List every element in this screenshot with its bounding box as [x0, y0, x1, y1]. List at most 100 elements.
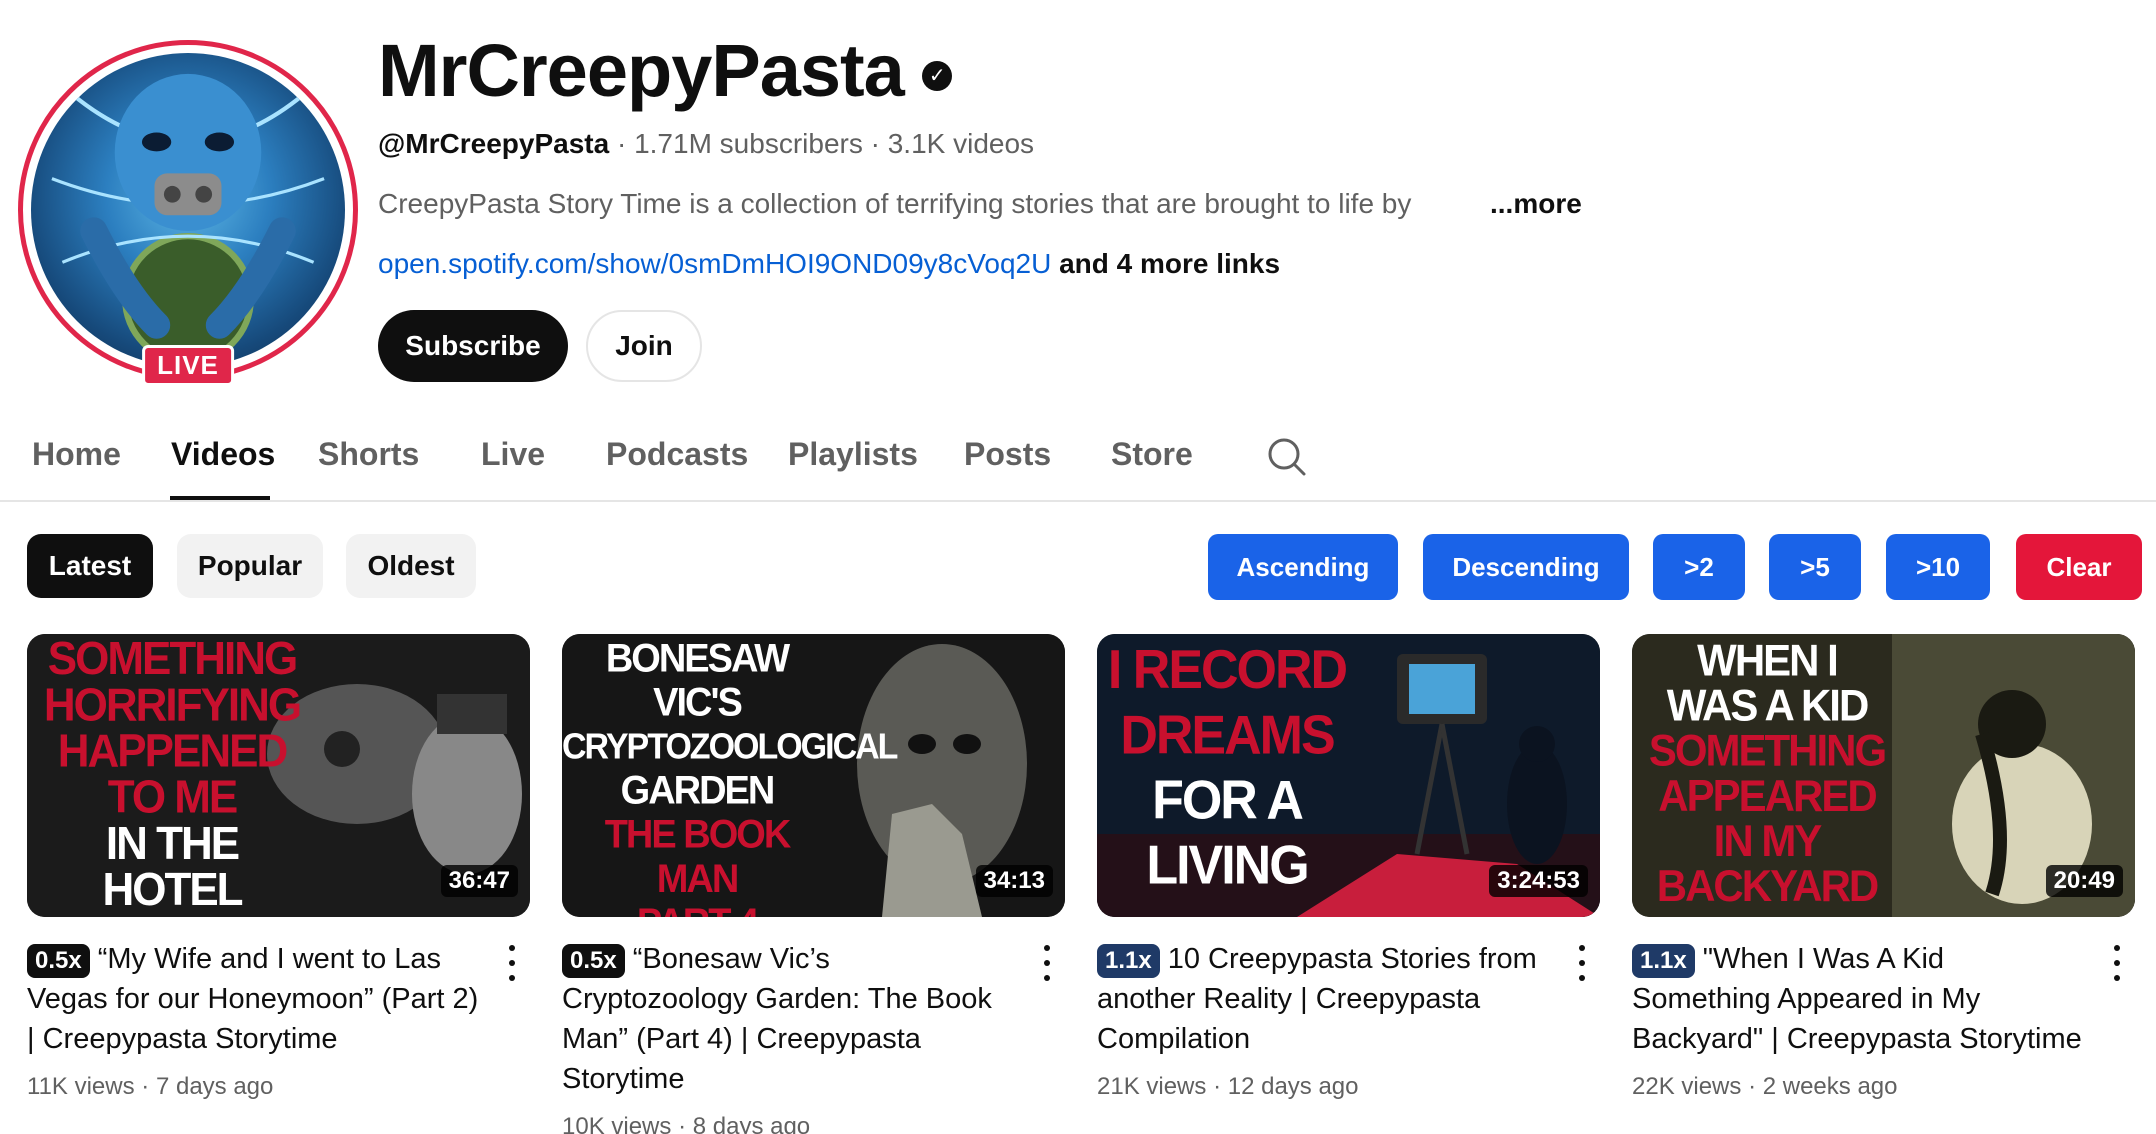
- thumb-line: PART 4: [562, 901, 832, 917]
- thumb-line: WHEN I: [1697, 635, 1839, 685]
- more-actions-icon[interactable]: [2105, 945, 2129, 981]
- thumb-line: THE BOOK MAN: [604, 813, 792, 902]
- upload-age: 12 days ago: [1227, 1073, 1359, 1100]
- video-stats: 22K views · 2 weeks ago: [1632, 1073, 2087, 1101]
- more-links-button[interactable]: and 4 more links: [1059, 248, 1280, 279]
- channel-tabs: Home Videos Shorts Live Podcasts Playlis…: [0, 420, 2156, 502]
- thumb-line: GARDEN: [620, 768, 776, 814]
- thumb-line: I RECORD: [1107, 639, 1348, 701]
- stats-separator: ·: [1748, 1073, 1757, 1100]
- video-title[interactable]: "When I Was A Kid Something Appeared in …: [1632, 943, 2082, 1055]
- clear-button[interactable]: Clear: [2016, 534, 2142, 600]
- descending-button[interactable]: Descending: [1423, 534, 1629, 600]
- tab-podcasts[interactable]: Podcasts: [606, 436, 748, 473]
- thumbnail-text: I RECORD DREAMS FOR A LIVING: [1097, 638, 1357, 898]
- thumbnail-text: BONESAW VIC'S CRYPTOZOOLOGICAL GARDEN TH…: [562, 636, 898, 917]
- video-thumbnail[interactable]: WHEN I WAS A KID SOMETHING APPEARED IN M…: [1632, 634, 2135, 917]
- video-thumbnail[interactable]: BONESAW VIC'S CRYPTOZOOLOGICAL GARDEN TH…: [562, 634, 1065, 917]
- ascending-button[interactable]: Ascending: [1208, 534, 1398, 600]
- speed-badge: 1.1x: [1097, 944, 1160, 978]
- thumb-line: HOTEL ELEVATOR: [64, 864, 282, 917]
- video-duration: 20:49: [2045, 865, 2123, 897]
- more-actions-icon[interactable]: [1035, 945, 1059, 981]
- live-badge[interactable]: LIVE: [142, 345, 234, 386]
- channel-description[interactable]: CreepyPasta Story Time is a collection o…: [378, 188, 1582, 220]
- video-duration: 34:13: [975, 865, 1053, 897]
- description-text: CreepyPasta Story Time is a collection o…: [378, 188, 1412, 219]
- subscriber-count: 1.71M subscribers: [634, 128, 863, 159]
- view-count: 10K views: [562, 1113, 672, 1134]
- channel-meta: @MrCreepyPasta · 1.71M subscribers · 3.1…: [378, 128, 1034, 160]
- thumb-line: HAPPENED TO ME: [57, 725, 289, 824]
- thumb-line: BONESAW VIC'S: [605, 636, 790, 725]
- tab-shorts[interactable]: Shorts: [318, 436, 419, 473]
- view-count: 11K views: [27, 1073, 135, 1100]
- avatar-illustration: [51, 73, 325, 365]
- video-count: 3.1K videos: [887, 128, 1035, 159]
- video-title[interactable]: “My Wife and I went to Las Vegas for our…: [27, 943, 478, 1055]
- filter-gt2-button[interactable]: >2: [1653, 534, 1745, 600]
- thumb-line: CRYPTOZOOLOGICAL: [562, 726, 898, 767]
- channel-avatar[interactable]: LIVE: [18, 40, 358, 386]
- thumb-line: SOMETHING: [1648, 725, 1887, 776]
- video-title-row[interactable]: 1.1x 10 Creepypasta Stories from another …: [1097, 939, 1552, 1059]
- video-title[interactable]: “Bonesaw Vic’s Cryptozoology Garden: The…: [562, 943, 992, 1095]
- thumb-line: APPEARED: [1658, 770, 1877, 821]
- thumbnail-text: WHEN I WAS A KID SOMETHING APPEARED IN M…: [1632, 638, 1902, 909]
- active-tab-indicator: [170, 496, 270, 500]
- video-stats: 21K views · 12 days ago: [1097, 1073, 1552, 1101]
- video-title-row[interactable]: 0.5x “Bonesaw Vic’s Cryptozoology Garden:…: [562, 939, 1017, 1099]
- channel-links: open.spotify.com/show/0smDmHOI9OND09y8cV…: [378, 248, 1280, 280]
- filter-gt10-button[interactable]: >10: [1886, 534, 1990, 600]
- video-title-row[interactable]: 1.1x "When I Was A Kid Something Appeared…: [1632, 939, 2087, 1059]
- video-info: 0.5x “My Wife and I went to Las Vegas for…: [27, 939, 530, 1101]
- more-actions-icon[interactable]: [500, 945, 524, 981]
- video-duration: 3:24:53: [1489, 865, 1588, 897]
- tab-posts[interactable]: Posts: [964, 436, 1051, 473]
- subscribe-button[interactable]: Subscribe: [378, 310, 568, 382]
- video-info: 0.5x “Bonesaw Vic’s Cryptozoology Garden:…: [562, 939, 1065, 1134]
- video-card[interactable]: BONESAW VIC'S CRYPTOZOOLOGICAL GARDEN TH…: [562, 634, 1065, 1134]
- stats-separator: ·: [1213, 1073, 1222, 1100]
- video-info: 1.1x "When I Was A Kid Something Appeared…: [1632, 939, 2135, 1101]
- thumb-line: IN MY: [1713, 816, 1823, 866]
- verified-icon: ✓: [921, 60, 952, 91]
- speed-badge: 0.5x: [562, 944, 625, 978]
- spotify-link[interactable]: open.spotify.com/show/0smDmHOI9OND09y8cV…: [378, 248, 1051, 279]
- tab-live[interactable]: Live: [481, 436, 545, 473]
- thumb-line: FOR A: [1152, 770, 1304, 831]
- video-stats: 10K views · 8 days ago: [562, 1113, 1017, 1134]
- upload-age: 2 weeks ago: [1762, 1073, 1898, 1100]
- stats-separator: ·: [678, 1113, 687, 1134]
- view-count: 21K views: [1097, 1073, 1207, 1100]
- chip-popular[interactable]: Popular: [177, 534, 323, 598]
- thumb-line: SOMETHING: [47, 634, 298, 685]
- tab-videos[interactable]: Videos: [171, 436, 275, 473]
- video-thumbnail[interactable]: SOMETHING HORRIFYING HAPPENED TO ME IN T…: [27, 634, 530, 917]
- view-count: 22K views: [1632, 1073, 1742, 1100]
- video-card[interactable]: SOMETHING HORRIFYING HAPPENED TO ME IN T…: [27, 634, 530, 1101]
- meta-separator: ·: [870, 128, 880, 159]
- upload-age: 7 days ago: [155, 1073, 274, 1100]
- join-button[interactable]: Join: [586, 310, 702, 382]
- video-duration: 36:47: [440, 865, 518, 897]
- more-button[interactable]: ...more: [1490, 188, 1582, 220]
- thumb-line: IN THE: [105, 817, 240, 870]
- search-icon[interactable]: [1266, 436, 1308, 478]
- tab-playlists[interactable]: Playlists: [788, 436, 918, 473]
- video-card[interactable]: I RECORD DREAMS FOR A LIVING 3:24:53 1.1…: [1097, 634, 1600, 1101]
- video-title-row[interactable]: 0.5x “My Wife and I went to Las Vegas for…: [27, 939, 482, 1059]
- video-card[interactable]: WHEN I WAS A KID SOMETHING APPEARED IN M…: [1632, 634, 2135, 1101]
- tab-store[interactable]: Store: [1111, 436, 1193, 473]
- filter-gt5-button[interactable]: >5: [1769, 534, 1861, 600]
- video-title[interactable]: 10 Creepypasta Stories from another Real…: [1097, 943, 1537, 1055]
- more-actions-icon[interactable]: [1570, 945, 1594, 981]
- chip-oldest[interactable]: Oldest: [346, 534, 476, 598]
- thumb-line: LIVING: [1146, 835, 1309, 897]
- chip-latest[interactable]: Latest: [27, 534, 153, 598]
- avatar-image: [31, 53, 345, 367]
- video-thumbnail[interactable]: I RECORD DREAMS FOR A LIVING 3:24:53: [1097, 634, 1600, 917]
- channel-name: MrCreepyPasta: [378, 29, 905, 112]
- tab-home[interactable]: Home: [32, 436, 121, 473]
- channel-handle: @MrCreepyPasta: [378, 128, 610, 159]
